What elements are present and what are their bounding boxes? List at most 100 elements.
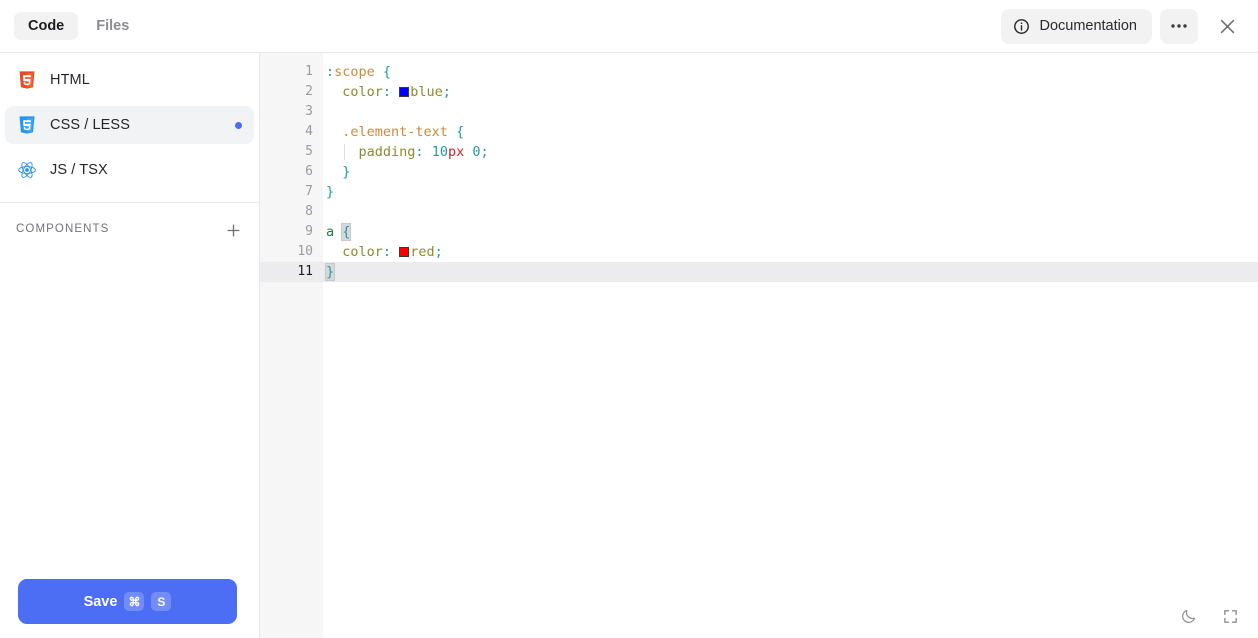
code-token: }: [326, 184, 335, 200]
line-text: color: red;: [323, 242, 443, 262]
line-number: 1: [305, 64, 313, 79]
tab-files[interactable]: Files: [82, 12, 143, 41]
code-line[interactable]: 7}: [260, 182, 1258, 202]
code-token: ;: [480, 144, 489, 160]
line-text: padding: 10px 0;: [323, 142, 489, 162]
code-token: a: [326, 224, 335, 240]
editor-body: HTML CSS / LESS JS / TSX COMPONENTS Save…: [0, 53, 1258, 638]
code-line[interactable]: 2 color: blue;: [260, 82, 1258, 102]
code-editor[interactable]: 1:scope {2 color: blue; 3 4 .element-text …: [260, 53, 1258, 638]
code-line[interactable]: 11}: [260, 262, 1258, 282]
documentation-button[interactable]: Documentation: [1001, 8, 1152, 44]
code-line[interactable]: 9a {: [260, 222, 1258, 242]
unsaved-changes-dot: [235, 121, 242, 129]
code-editor-panel: Code Files Documentation HTML CSS / LESS…: [0, 0, 1258, 638]
line-number: 6: [305, 164, 313, 179]
code-token: :: [326, 64, 335, 80]
code-token: }: [342, 164, 351, 180]
sidebar-item-html[interactable]: HTML: [5, 61, 254, 99]
sidebar: HTML CSS / LESS JS / TSX COMPONENTS Save…: [0, 53, 260, 638]
dark-mode-toggle[interactable]: [1176, 604, 1200, 628]
code-token: red: [410, 244, 435, 260]
code-token: }: [324, 263, 336, 281]
line-number: 5: [305, 144, 313, 159]
code-token: :: [382, 244, 392, 260]
color-swatch[interactable]: [399, 87, 410, 97]
save-button[interactable]: Save ⌘ S: [18, 579, 237, 624]
toolbar-actions: Documentation: [1001, 8, 1244, 44]
color-swatch[interactable]: [399, 247, 410, 257]
line-text: }: [323, 182, 334, 202]
sidebar-item-label: CSS / LESS: [50, 116, 130, 133]
html5-icon: [17, 70, 37, 90]
sidebar-item-label: HTML: [50, 71, 90, 88]
code-token: padding: [358, 144, 416, 160]
line-text: .element-text {: [323, 122, 464, 142]
code-token: px: [447, 144, 465, 160]
add-component-button[interactable]: [223, 220, 243, 240]
code-token: color: [342, 84, 383, 100]
code-token: ;: [442, 84, 451, 100]
code-line[interactable]: 1:scope {: [260, 62, 1258, 82]
code-token: 0: [472, 144, 481, 160]
close-button[interactable]: [1210, 9, 1244, 43]
indent-guide: [344, 144, 345, 160]
code-line[interactable]: 8: [260, 202, 1258, 222]
save-area: Save ⌘ S: [0, 579, 259, 638]
shortcut-letter-key: S: [151, 592, 172, 611]
react-icon: [17, 160, 37, 180]
sidebar-item-js-tsx[interactable]: JS / TSX: [5, 151, 254, 189]
code-token: 10: [431, 144, 448, 160]
save-label: Save: [83, 593, 118, 610]
info-circle-icon: [1013, 18, 1030, 35]
line-text: color: blue;: [323, 82, 451, 102]
code-line[interactable]: 6 }: [260, 162, 1258, 182]
code-token: {: [382, 64, 392, 80]
line-number: 7: [305, 184, 313, 199]
code-line[interactable]: 3: [260, 102, 1258, 122]
plus-icon: [225, 222, 242, 239]
line-text: }: [323, 162, 350, 182]
sidebar-item-css-less[interactable]: CSS / LESS: [5, 106, 254, 144]
code-line[interactable]: 10 color: red;: [260, 242, 1258, 262]
code-token: ;: [434, 244, 443, 260]
more-options-button[interactable]: [1160, 8, 1198, 44]
sidebar-item-label: JS / TSX: [50, 161, 108, 178]
code-token: {: [341, 223, 352, 241]
ellipsis-icon: [1170, 23, 1188, 29]
components-title: COMPONENTS: [16, 223, 110, 236]
css3-icon: [17, 115, 37, 135]
line-number: 11: [260, 262, 323, 282]
fullscreen-button[interactable]: [1218, 604, 1242, 628]
code-token: .element-text: [342, 124, 448, 140]
line-text: a {: [323, 222, 352, 242]
line-text: [323, 102, 326, 122]
line-text: [323, 202, 326, 222]
editor-footer: [1176, 604, 1242, 628]
code-token: {: [456, 124, 465, 140]
code-token: blue: [410, 84, 443, 100]
code-token: :: [382, 84, 392, 100]
line-number: 9: [305, 224, 313, 239]
moon-icon: [1180, 608, 1197, 625]
top-toolbar: Code Files Documentation: [0, 0, 1258, 53]
code-line[interactable]: 5 padding: 10px 0;: [260, 142, 1258, 162]
code-token: color: [342, 244, 383, 260]
line-number: 8: [305, 204, 313, 219]
close-icon: [1218, 17, 1237, 36]
code-token: :: [415, 144, 424, 160]
code-token: scope: [334, 64, 375, 80]
code-content[interactable]: 1:scope {2 color: blue; 3 4 .element-text …: [260, 53, 1258, 282]
tab-code[interactable]: Code: [14, 11, 79, 41]
documentation-label: Documentation: [1039, 17, 1137, 34]
tab-group: Code Files: [14, 11, 143, 41]
code-line[interactable]: 4 .element-text {: [260, 122, 1258, 142]
